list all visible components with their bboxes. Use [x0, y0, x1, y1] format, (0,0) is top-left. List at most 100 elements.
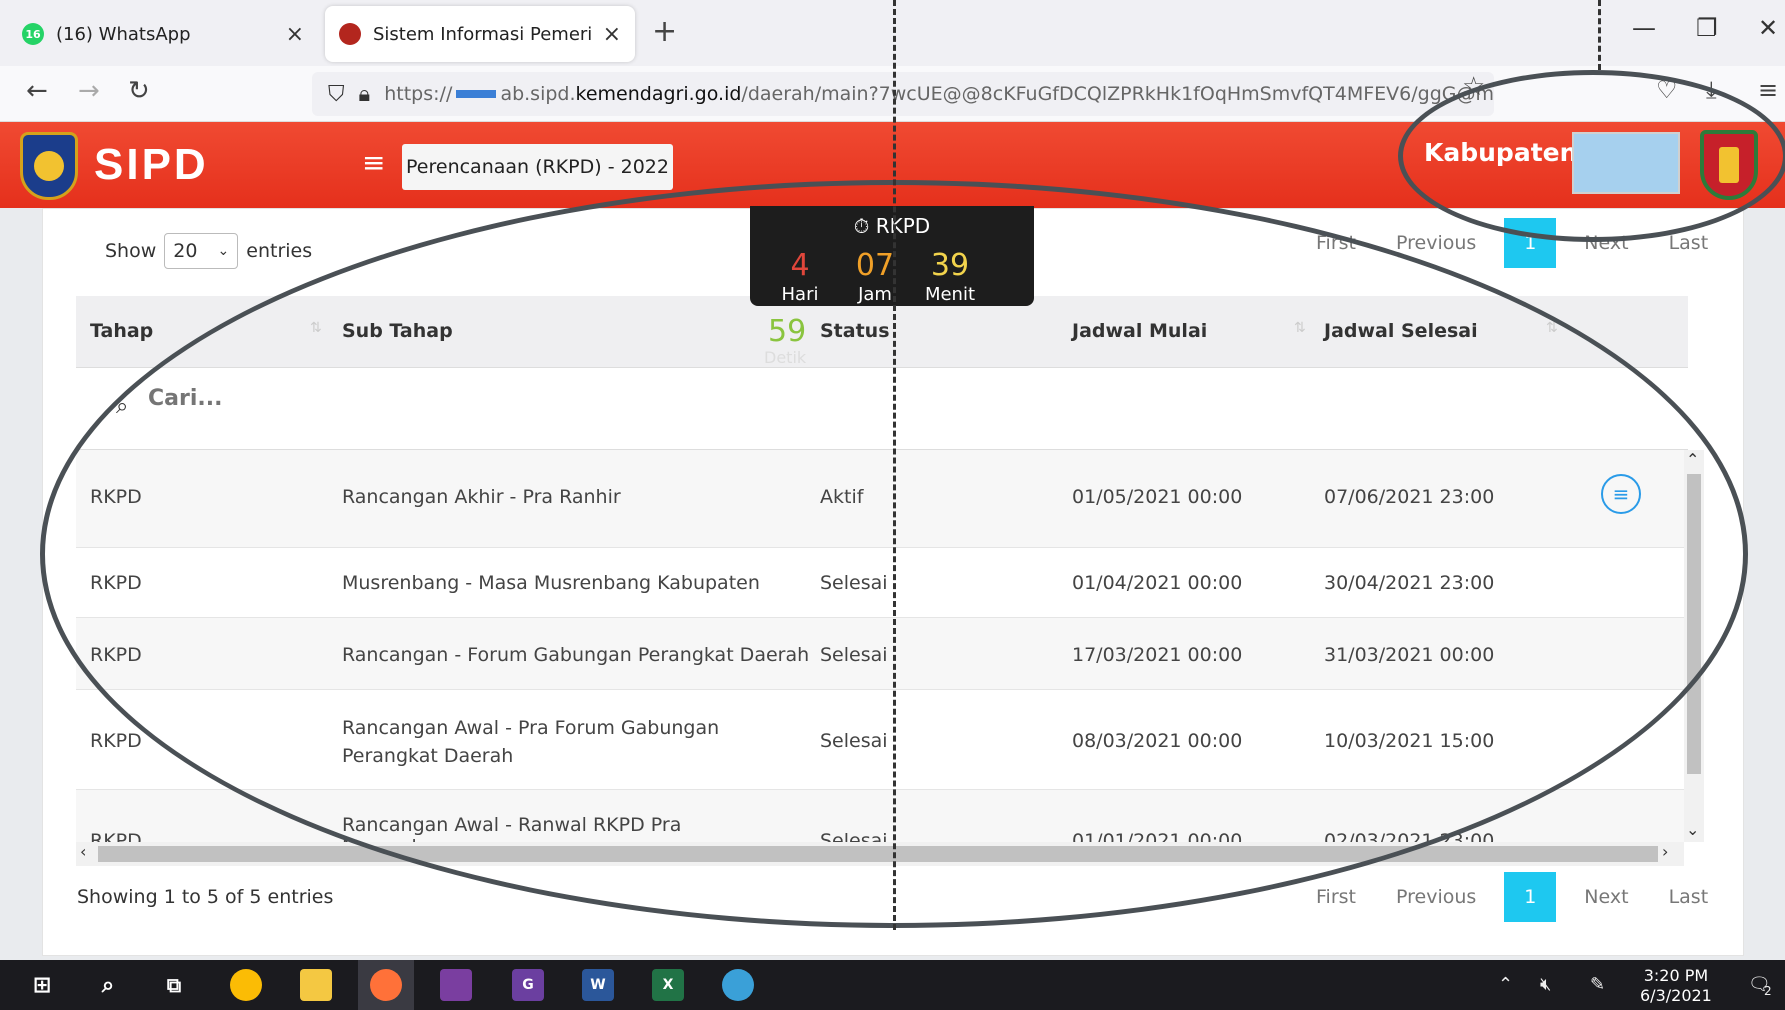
timer-label: RKPD: [875, 214, 931, 238]
brand-title: SIPD: [94, 140, 209, 189]
browser-tab-strip: 16 (16) WhatsApp × Sistem Informasi Peme…: [0, 0, 1785, 66]
entries-label: entries: [246, 240, 313, 262]
reload-icon[interactable]: ↻: [128, 76, 150, 106]
scroll-down-icon[interactable]: ⌄: [1686, 820, 1699, 839]
column-header-jadwal-mulai[interactable]: Jadwal Mulai: [1072, 320, 1207, 342]
next-page-button[interactable]: Next: [1584, 232, 1628, 254]
windows-start-icon[interactable]: ⊞: [26, 969, 58, 1001]
url-prefix: https://: [384, 83, 453, 105]
table-row[interactable]: RKPD Rancangan Awal - Pra Forum Gabungan…: [76, 690, 1684, 790]
excel-icon[interactable]: X: [652, 969, 684, 1001]
pdf-app-icon[interactable]: G: [512, 969, 544, 1001]
cell-status: Selesai: [820, 830, 888, 842]
cell-tahap: RKPD: [90, 644, 142, 666]
table-body: RKPD Rancangan Akhir - Pra Ranhir Aktif …: [76, 450, 1684, 842]
pocket-icon[interactable]: ♡: [1656, 76, 1678, 104]
search-icon: ⌕: [116, 394, 129, 419]
cell-jadwal-mulai: 01/01/2021 00:00: [1072, 830, 1243, 842]
pen-icon[interactable]: ✎: [1590, 974, 1605, 995]
download-icon[interactable]: ⤓: [1706, 76, 1717, 104]
entries-value: 20: [173, 240, 198, 262]
chrome-icon[interactable]: [230, 969, 262, 1001]
cell-jadwal-selesai: 10/03/2021 15:00: [1324, 730, 1495, 752]
row-action-menu-button[interactable]: ≡: [1601, 474, 1641, 514]
system-clock[interactable]: 3:20 PM 6/3/2021: [1640, 966, 1712, 1006]
next-page-button[interactable]: Next: [1584, 886, 1628, 908]
bookmark-star-icon[interactable]: ☆: [1462, 72, 1485, 102]
cell-tahap: RKPD: [90, 572, 142, 594]
previous-page-button[interactable]: Previous: [1396, 886, 1476, 908]
cell-sub-tahap: Rancangan Awal - Pra Forum Gabungan Pera…: [342, 717, 720, 767]
period-button[interactable]: Perencanaan (RKPD) - 2022: [402, 144, 673, 190]
restore-button[interactable]: ❐: [1696, 14, 1718, 42]
table-row[interactable]: RKPD Rancangan Akhir - Pra Ranhir Aktif …: [76, 450, 1684, 548]
column-header-sub-tahap[interactable]: Sub Tahap: [342, 320, 453, 342]
cell-jadwal-selesai: 07/06/2021 23:00: [1324, 486, 1495, 508]
region-label: Kabupaten: [1424, 138, 1578, 167]
timer-minutes-label: Menit: [924, 284, 976, 305]
scroll-right-icon[interactable]: ›: [1662, 842, 1668, 861]
app-icon[interactable]: [722, 969, 754, 1001]
tab-sipd[interactable]: Sistem Informasi Pemerintahan ×: [325, 6, 635, 62]
clock-time: 3:20 PM: [1643, 966, 1709, 985]
table-search-row: ⌕: [76, 368, 1688, 450]
table-info: Showing 1 to 5 of 5 entries: [77, 886, 334, 908]
countdown-timer: ⏱ RKPD 4 07 39 Hari Jam Menit: [750, 206, 1034, 306]
page-1-button[interactable]: 1: [1504, 218, 1557, 268]
first-page-button[interactable]: First: [1316, 232, 1356, 254]
forward-icon[interactable]: →: [78, 76, 100, 106]
table-row[interactable]: RKPD Rancangan - Forum Gabungan Perangka…: [76, 618, 1684, 690]
cell-sub-tahap: Rancangan Awal - Ranwal RKPD Pra Musrenb…: [342, 814, 682, 842]
shield-icon: ⛉: [328, 81, 345, 107]
sipd-favicon-icon: [339, 23, 361, 45]
close-tab-icon[interactable]: ×: [603, 22, 621, 47]
table-search-input[interactable]: [148, 386, 548, 411]
table-header: Tahap ⇅ Sub Tahap Status Jadwal Mulai ⇅ …: [76, 296, 1688, 368]
column-header-jadwal-selesai[interactable]: Jadwal Selesai: [1324, 320, 1478, 342]
table-row[interactable]: RKPD Musrenbang - Masa Musrenbang Kabupa…: [76, 548, 1684, 618]
timer-hours: 07: [855, 248, 895, 283]
task-view-icon[interactable]: ⧉: [158, 969, 190, 1001]
cell-jadwal-selesai: 31/03/2021 00:00: [1324, 644, 1495, 666]
last-page-button[interactable]: Last: [1669, 886, 1709, 908]
chevron-down-icon: ⌄: [217, 243, 230, 259]
horizontal-scrollbar[interactable]: ‹ ›: [76, 842, 1684, 866]
tab-whatsapp[interactable]: 16 (16) WhatsApp ×: [8, 6, 318, 62]
page-1-button[interactable]: 1: [1504, 872, 1557, 922]
column-header-status[interactable]: Status: [820, 320, 890, 342]
file-explorer-icon[interactable]: [300, 969, 332, 1001]
column-header-tahap[interactable]: Tahap: [90, 320, 153, 342]
firefox-icon[interactable]: [370, 969, 402, 1001]
hamburger-menu-icon[interactable]: ≡: [362, 146, 385, 179]
sort-icon[interactable]: ⇅: [310, 320, 322, 336]
volume-muted-icon[interactable]: 🔇︎: [1540, 974, 1551, 995]
close-tab-icon[interactable]: ×: [286, 22, 304, 47]
cell-sub-tahap: Rancangan - Forum Gabungan Perangkat Dae…: [342, 644, 810, 666]
winrar-icon[interactable]: [440, 969, 472, 1001]
scroll-thumb[interactable]: [98, 846, 1658, 862]
cell-tahap: RKPD: [90, 486, 142, 508]
menu-icon[interactable]: ≡: [1758, 76, 1778, 104]
address-bar[interactable]: ⛉ 🔒︎ https:// ab.sipd. kemendagri.go.id/da…: [312, 72, 1494, 116]
last-page-button[interactable]: Last: [1669, 232, 1709, 254]
search-icon[interactable]: ⌕: [92, 969, 124, 1001]
entries-select[interactable]: 20 ⌄: [164, 233, 239, 269]
first-page-button[interactable]: First: [1316, 886, 1356, 908]
new-tab-button[interactable]: +: [652, 14, 677, 49]
sort-icon[interactable]: ⇅: [1294, 320, 1306, 336]
sort-icon[interactable]: ⇅: [1546, 320, 1558, 336]
scroll-up-icon[interactable]: ⌃: [1686, 450, 1699, 469]
timer-minutes: 39: [930, 248, 970, 283]
tray-chevron-up-icon[interactable]: ⌃: [1498, 974, 1513, 995]
previous-page-button[interactable]: Previous: [1396, 232, 1476, 254]
scroll-thumb[interactable]: [1687, 474, 1701, 774]
browser-nav-bar: ← → ↻ ⛉ 🔒︎ https:// ab.sipd. kemendagri.go…: [0, 66, 1785, 122]
back-icon[interactable]: ←: [26, 76, 48, 106]
word-icon[interactable]: W: [582, 969, 614, 1001]
cell-status: Selesai: [820, 730, 888, 752]
vertical-scrollbar[interactable]: ⌃ ⌄: [1684, 450, 1704, 842]
table-row[interactable]: RKPD Rancangan Awal - Ranwal RKPD Pra Mu…: [76, 790, 1684, 842]
minimize-button[interactable]: —: [1632, 14, 1656, 42]
scroll-left-icon[interactable]: ‹: [80, 842, 86, 861]
close-window-button[interactable]: ✕: [1758, 14, 1778, 42]
